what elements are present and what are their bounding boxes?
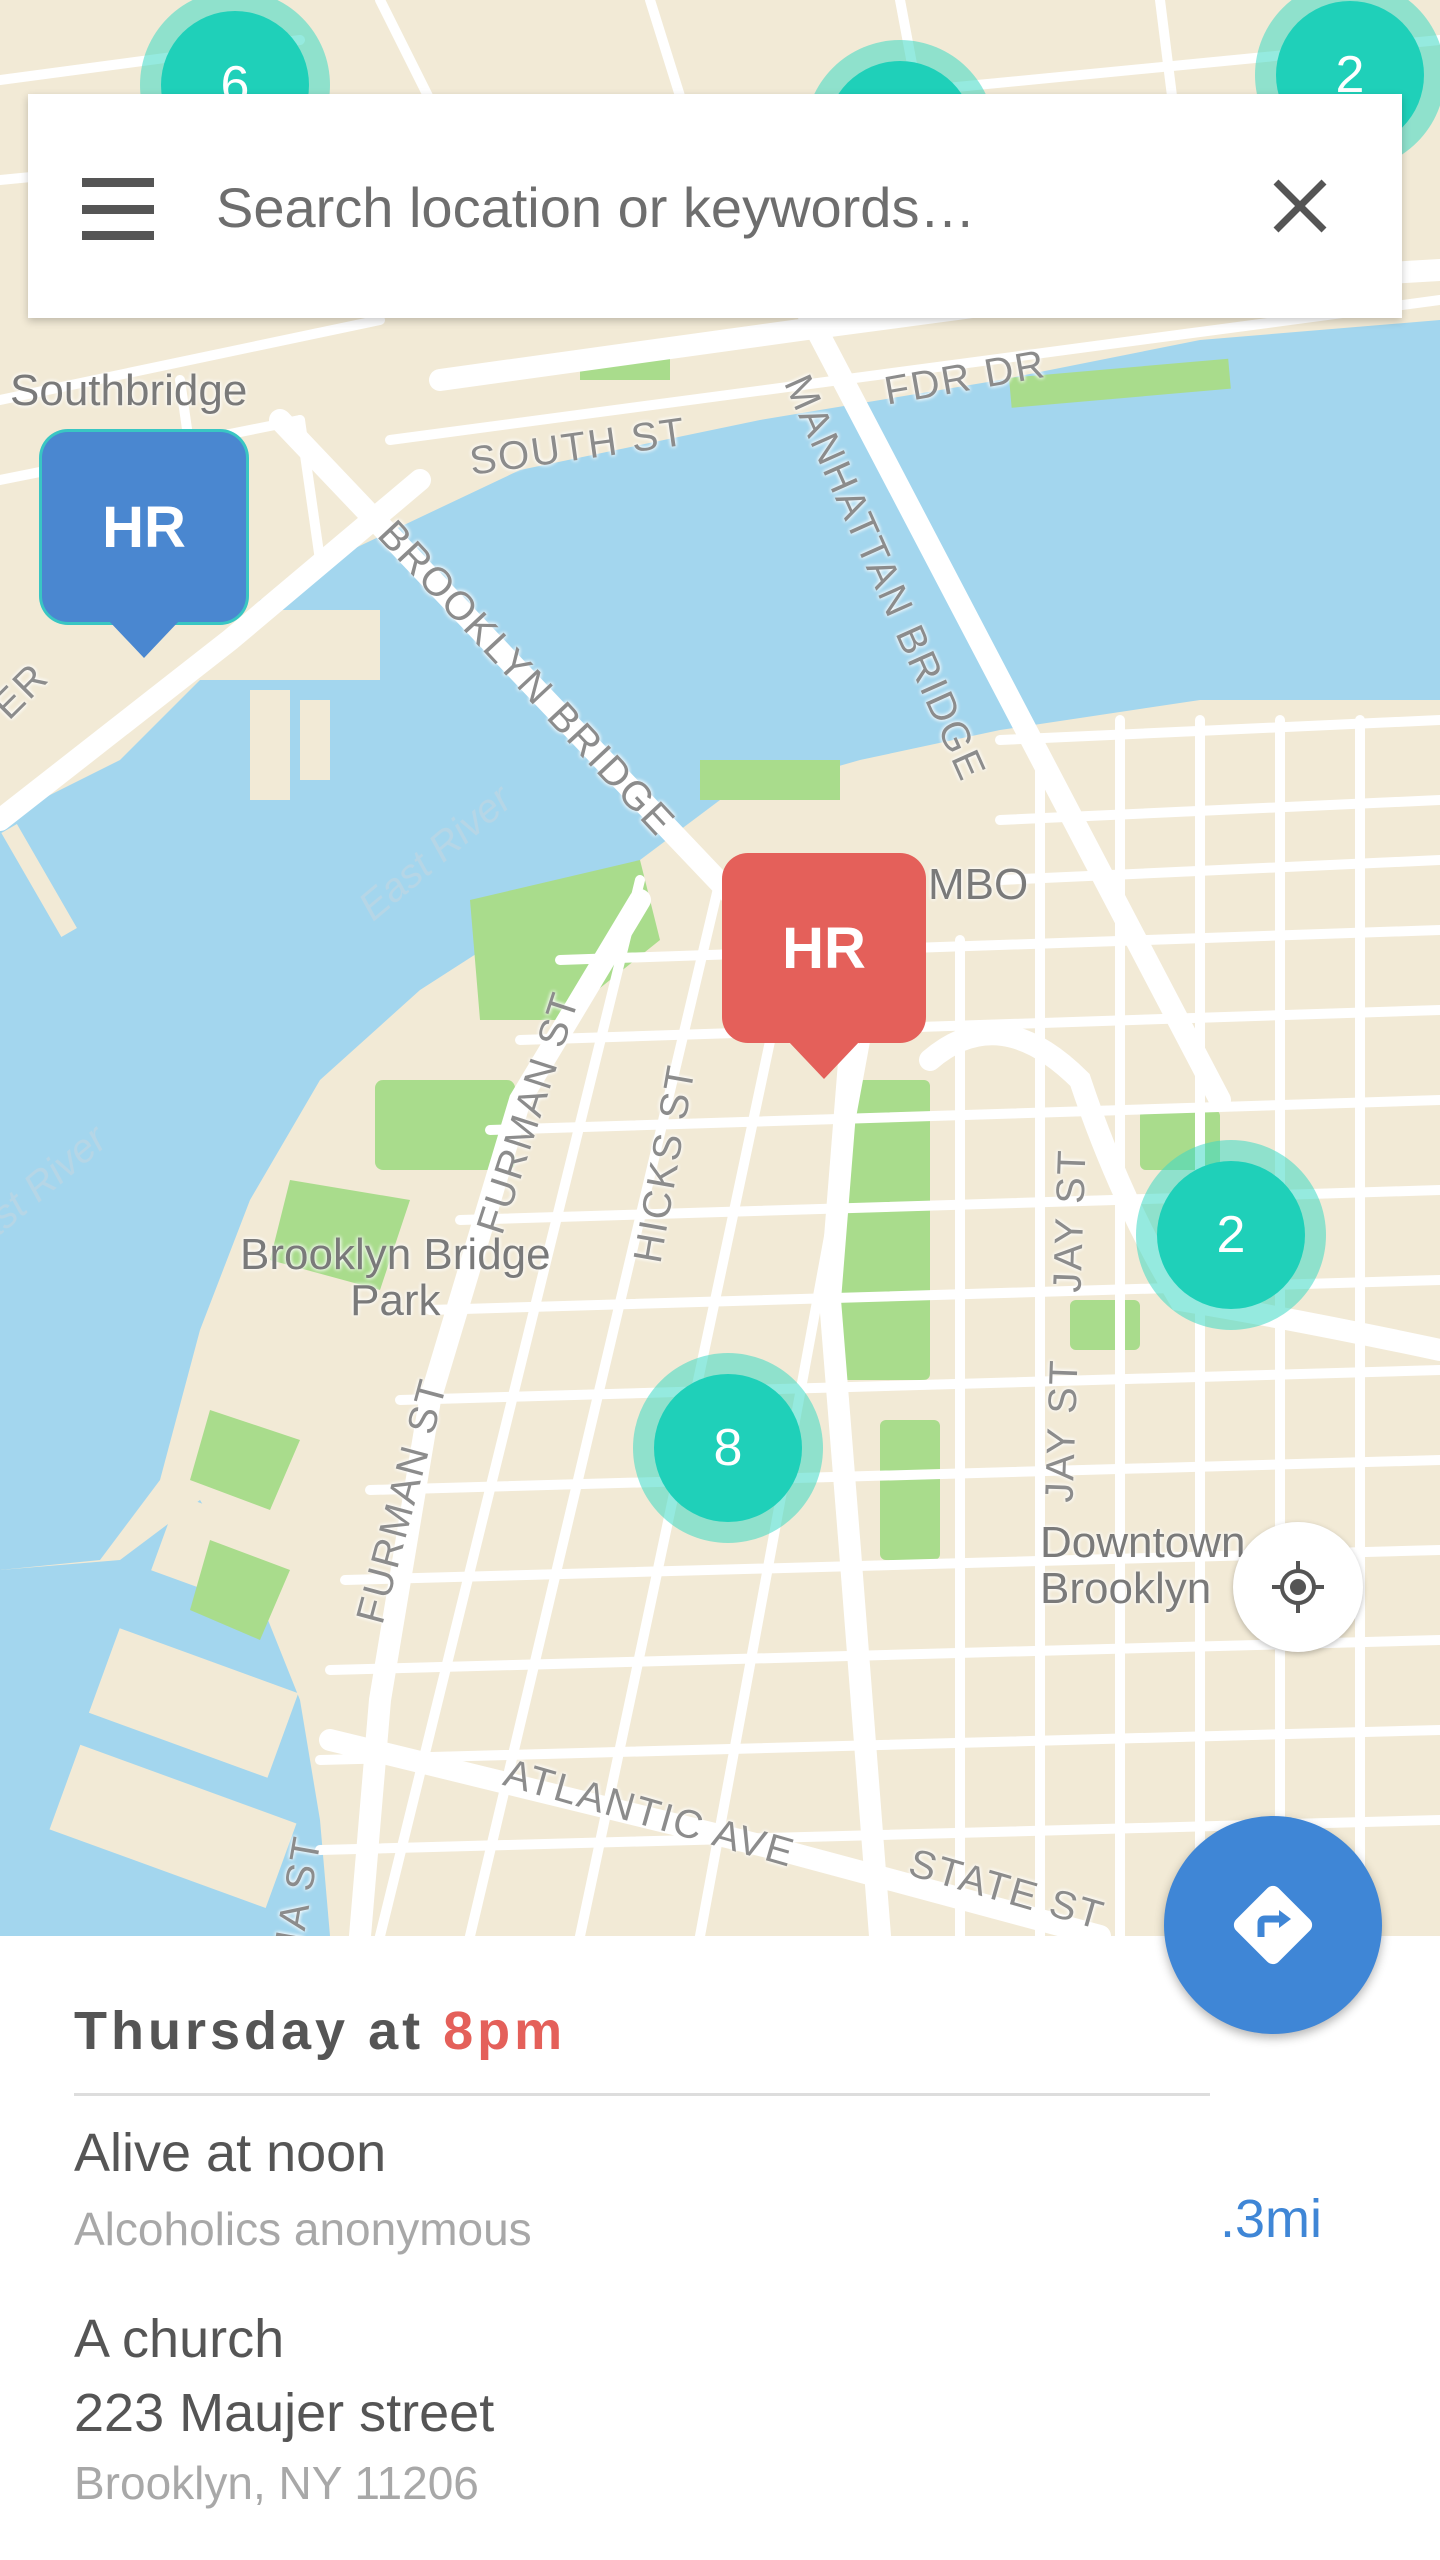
label-southbridge: Southbridge xyxy=(10,366,248,415)
hr-marker-blue[interactable]: HR xyxy=(42,432,246,658)
meeting-type: Alcoholics anonymous xyxy=(74,2203,532,2255)
label-jay-st-2: JAY ST xyxy=(1037,1357,1087,1504)
cluster-count: 8 xyxy=(654,1374,802,1522)
meeting-hour: 8pm xyxy=(443,2001,567,2061)
divider xyxy=(74,2093,1210,2096)
venue-street: 223 Maujer street xyxy=(74,2383,495,2443)
directions-button[interactable] xyxy=(1164,1816,1382,2034)
hr-marker-red[interactable]: HR xyxy=(722,853,926,1079)
my-location-icon xyxy=(1272,1561,1324,1613)
label-downtown-brooklyn: Downtown Brooklyn xyxy=(1040,1518,1246,1613)
search-bar xyxy=(28,94,1402,318)
my-location-button[interactable] xyxy=(1233,1522,1363,1652)
distance: .3mi xyxy=(1219,2189,1322,2249)
cluster-marker[interactable]: 2 xyxy=(1136,1140,1326,1330)
cluster-count: 2 xyxy=(1157,1161,1305,1309)
label-brooklyn-bridge-park: Brooklyn Bridge Park xyxy=(240,1230,551,1325)
meeting-name[interactable]: Alive at noon xyxy=(74,2122,386,2184)
label-jay-st-1: JAY ST xyxy=(1045,1147,1095,1294)
meeting-details-panel: Thursday at 8pm Alive at noon Alcoholics… xyxy=(0,1936,1440,2560)
meeting-at: at xyxy=(368,2001,425,2061)
meeting-time: Thursday at 8pm xyxy=(74,2000,566,2062)
search-input[interactable] xyxy=(214,158,1218,256)
directions-icon xyxy=(1233,1885,1313,1965)
close-icon[interactable] xyxy=(1252,158,1348,254)
meeting-day: Thursday xyxy=(74,2001,350,2061)
venue-city: Brooklyn, NY 11206 xyxy=(74,2457,479,2509)
cluster-marker[interactable]: 8 xyxy=(633,1353,823,1543)
menu-icon[interactable] xyxy=(82,174,182,244)
label-dumbo: MBO xyxy=(928,860,1029,909)
venue-name: A church xyxy=(74,2309,285,2369)
